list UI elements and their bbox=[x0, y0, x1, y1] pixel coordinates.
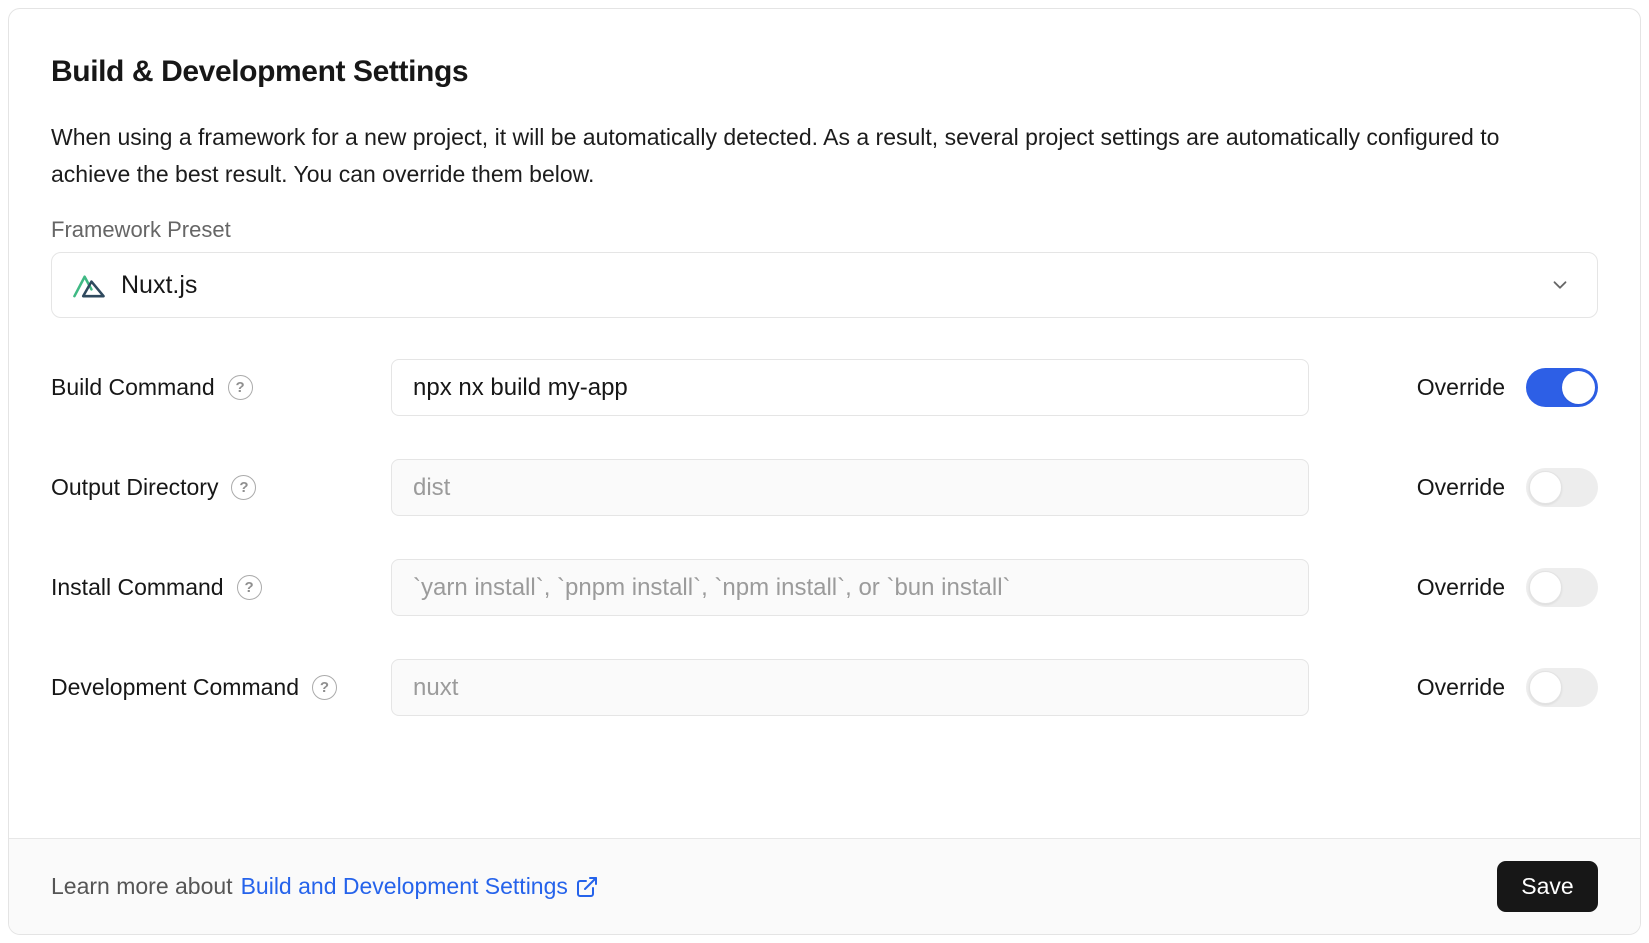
development-command-input bbox=[391, 659, 1309, 716]
output-directory-override-toggle[interactable] bbox=[1526, 468, 1598, 507]
help-circle-icon[interactable]: ? bbox=[228, 375, 253, 400]
toggle-knob bbox=[1529, 571, 1562, 604]
override-label: Override bbox=[1417, 674, 1505, 701]
build-command-row: Build Command ? Override bbox=[51, 359, 1598, 416]
settings-rows: Build Command ? Override Output Director… bbox=[51, 359, 1598, 716]
development-command-row: Development Command ? Override bbox=[51, 659, 1598, 716]
framework-preset-label: Framework Preset bbox=[51, 217, 1598, 243]
development-command-override-cell: Override bbox=[1309, 668, 1598, 707]
install-command-label: Install Command bbox=[51, 574, 224, 601]
build-command-label-cell: Build Command ? bbox=[51, 374, 391, 401]
toggle-knob bbox=[1529, 471, 1562, 504]
learn-more-text: Learn more about Build and Development S… bbox=[51, 873, 599, 900]
build-command-override-cell: Override bbox=[1309, 368, 1598, 407]
learn-more-prefix: Learn more about bbox=[51, 873, 233, 900]
toggle-knob bbox=[1529, 671, 1562, 704]
development-command-label-cell: Development Command ? bbox=[51, 674, 391, 701]
build-command-label: Build Command bbox=[51, 374, 215, 401]
nuxt-logo-icon bbox=[72, 271, 107, 299]
install-command-override-cell: Override bbox=[1309, 568, 1598, 607]
build-dev-settings-link[interactable]: Build and Development Settings bbox=[241, 873, 599, 900]
help-circle-icon[interactable]: ? bbox=[237, 575, 262, 600]
card-main: Build & Development Settings When using … bbox=[9, 9, 1640, 838]
install-command-label-cell: Install Command ? bbox=[51, 574, 391, 601]
override-label: Override bbox=[1417, 574, 1505, 601]
framework-preset-value: Nuxt.js bbox=[121, 271, 197, 300]
learn-more-link-label: Build and Development Settings bbox=[241, 873, 568, 900]
help-circle-icon[interactable]: ? bbox=[312, 675, 337, 700]
framework-preset-select[interactable]: Nuxt.js bbox=[51, 252, 1598, 318]
output-directory-override-cell: Override bbox=[1309, 468, 1598, 507]
output-directory-input bbox=[391, 459, 1309, 516]
install-command-override-toggle[interactable] bbox=[1526, 568, 1598, 607]
override-label: Override bbox=[1417, 474, 1505, 501]
install-command-row: Install Command ? Override bbox=[51, 559, 1598, 616]
help-circle-icon[interactable]: ? bbox=[231, 475, 256, 500]
settings-description: When using a framework for a new project… bbox=[51, 119, 1501, 193]
chevron-down-icon bbox=[1549, 274, 1571, 296]
external-link-icon bbox=[575, 875, 599, 899]
build-dev-settings-card: Build & Development Settings When using … bbox=[8, 8, 1641, 935]
output-directory-label-cell: Output Directory ? bbox=[51, 474, 391, 501]
toggle-knob bbox=[1562, 371, 1595, 404]
override-label: Override bbox=[1417, 374, 1505, 401]
save-button[interactable]: Save bbox=[1497, 861, 1598, 912]
output-directory-label: Output Directory bbox=[51, 474, 218, 501]
card-footer: Learn more about Build and Development S… bbox=[9, 838, 1640, 934]
page-title: Build & Development Settings bbox=[51, 55, 1598, 89]
development-command-label: Development Command bbox=[51, 674, 299, 701]
install-command-input bbox=[391, 559, 1309, 616]
output-directory-row: Output Directory ? Override bbox=[51, 459, 1598, 516]
development-command-override-toggle[interactable] bbox=[1526, 668, 1598, 707]
build-command-override-toggle[interactable] bbox=[1526, 368, 1598, 407]
build-command-input[interactable] bbox=[391, 359, 1309, 416]
